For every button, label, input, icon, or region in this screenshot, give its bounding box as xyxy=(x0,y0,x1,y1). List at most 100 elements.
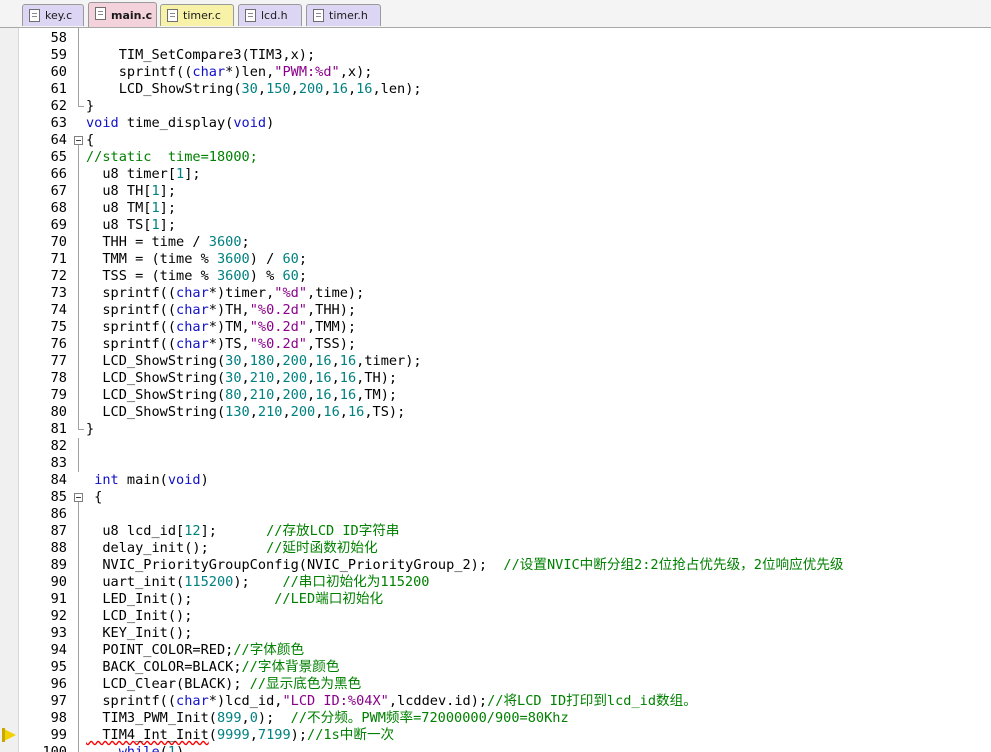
code-token: ); xyxy=(233,574,283,590)
code-line[interactable]: 95 BACK_COLOR=BLACK;//字体背景颜色 xyxy=(0,659,991,676)
code-line[interactable]: 92 LCD_Init(); xyxy=(0,608,991,625)
code-token: THH = time / xyxy=(86,234,209,250)
fold-toggle-icon[interactable] xyxy=(74,493,83,502)
code-line[interactable]: 82 xyxy=(0,438,991,455)
code-token: 16 xyxy=(356,81,373,97)
code-token: 3600 xyxy=(216,251,250,267)
code-token: u8 timer[ xyxy=(86,166,177,182)
file-icon xyxy=(167,9,178,22)
code-line[interactable]: 60 sprintf((char*)len,"PWM:%d",x); xyxy=(0,64,991,81)
line-number: 94 xyxy=(50,642,67,658)
code-line[interactable]: 74 sprintf((char*)TH,"%0.2d",THH); xyxy=(0,302,991,319)
code-line[interactable]: 80 LCD_ShowString(130,210,200,16,16,TS); xyxy=(0,404,991,421)
code-line[interactable]: 94 POINT_COLOR=RED;//字体颜色 xyxy=(0,642,991,659)
code-line[interactable]: 68 u8 TM[1]; xyxy=(0,200,991,217)
code-line[interactable]: 89 NVIC_PriorityGroupConfig(NVIC_Priorit… xyxy=(0,557,991,574)
code-line[interactable]: 62} xyxy=(0,98,991,115)
current-line-arrow-icon xyxy=(2,728,16,742)
fold-toggle-icon[interactable] xyxy=(74,136,83,145)
line-number: 61 xyxy=(50,81,67,97)
code-text: while(1) xyxy=(86,744,184,752)
code-line[interactable]: 79 LCD_ShowString(80,210,200,16,16,TM); xyxy=(0,387,991,404)
code-text: sprintf((char*)len,"PWM:%d",x); xyxy=(86,64,373,81)
tab-label: timer.h xyxy=(329,9,368,22)
tab-key-c[interactable]: key.c xyxy=(22,4,84,26)
code-line[interactable]: 86 xyxy=(0,506,991,523)
line-number: 62 xyxy=(50,98,67,114)
line-number: 93 xyxy=(50,625,67,641)
code-token: , xyxy=(257,81,267,97)
code-line[interactable]: 64 { xyxy=(0,132,991,149)
code-line[interactable]: 78 LCD_ShowString(30,210,200,16,16,TH); xyxy=(0,370,991,387)
code-text: KEY_Init(); xyxy=(86,625,192,642)
code-token: , xyxy=(307,387,316,403)
code-token: uart_init( xyxy=(86,574,185,590)
code-token: //将LCD ID打印到lcd_id数组。 xyxy=(487,693,697,709)
tab-lcd-h[interactable]: lcd.h xyxy=(238,4,302,26)
code-line[interactable]: 75 sprintf((char*)TM,"%0.2d",TMM); xyxy=(0,319,991,336)
code-text: LED_Init(); //LED端口初始化 xyxy=(86,591,383,608)
code-line[interactable]: 67 u8 TH[1]; xyxy=(0,183,991,200)
tab-main-c[interactable]: main.c xyxy=(88,2,157,27)
code-line[interactable]: 93 KEY_Init(); xyxy=(0,625,991,642)
code-token: char xyxy=(176,336,209,352)
tab-timer-h[interactable]: timer.h xyxy=(306,4,381,26)
code-line[interactable]: 97 sprintf((char*)lcd_id,"LCD ID:%04X",l… xyxy=(0,693,991,710)
code-token: ( xyxy=(159,744,168,752)
code-token: 1 xyxy=(167,744,177,752)
line-number: 86 xyxy=(50,506,67,522)
line-number: 87 xyxy=(50,523,67,539)
code-text: sprintf((char*)TS,"%0.2d",TSS); xyxy=(86,336,356,353)
code-line[interactable]: 88 delay_init(); //延时函数初始化 xyxy=(0,540,991,557)
code-line[interactable]: 76 sprintf((char*)TS,"%0.2d",TSS); xyxy=(0,336,991,353)
code-token: "PWM:%d" xyxy=(274,64,340,80)
line-number: 77 xyxy=(50,353,67,369)
code-token: *)lcd_id, xyxy=(208,693,283,709)
code-line[interactable]: 100 while(1) xyxy=(0,744,991,752)
code-token: //LED端口初始化 xyxy=(274,591,384,607)
code-token: , xyxy=(241,387,250,403)
code-line[interactable]: 91 LED_Init(); //LED端口初始化 xyxy=(0,591,991,608)
code-line[interactable]: 99 TIM4_Int_Init(9999,7199);//1s中断一次 xyxy=(0,727,991,744)
tab-timer-c[interactable]: timer.c xyxy=(160,4,234,26)
code-line[interactable]: 58 xyxy=(0,30,991,47)
code-text: void time_display(void) xyxy=(86,115,274,132)
code-line[interactable]: 66 u8 timer[1]; xyxy=(0,166,991,183)
code-text: TSS = (time % 3600) % 60; xyxy=(86,268,307,285)
code-text: sprintf((char*)lcd_id,"LCD ID:%04X",lcdd… xyxy=(86,693,697,710)
code-line[interactable]: 81} xyxy=(0,421,991,438)
code-line[interactable]: 77 LCD_ShowString(30,180,200,16,16,timer… xyxy=(0,353,991,370)
code-line[interactable]: 90 uart_init(115200); //串口初始化为115200 xyxy=(0,574,991,591)
code-token: 16 xyxy=(315,353,332,369)
code-token: ) xyxy=(176,744,185,752)
code-line[interactable]: 85 { xyxy=(0,489,991,506)
fold-guide xyxy=(78,438,79,472)
code-line[interactable]: 72 TSS = (time % 3600) % 60; xyxy=(0,268,991,285)
code-line[interactable]: 96 LCD_Clear(BLACK); //显示底色为黑色 xyxy=(0,676,991,693)
code-editor[interactable]: 58 59 TIM_SetCompare3(TIM3,x); 60 sprintf(… xyxy=(0,28,991,752)
code-token: ); xyxy=(257,710,291,726)
line-number: 75 xyxy=(50,319,67,335)
code-line[interactable]: 71 TMM = (time % 3600) / 60; xyxy=(0,251,991,268)
code-line[interactable]: 63 void time_display(void) xyxy=(0,115,991,132)
line-number: 89 xyxy=(50,557,67,573)
code-line[interactable]: 87 u8 lcd_id[12]; //存放LCD ID字符串 xyxy=(0,523,991,540)
code-line[interactable]: 59 TIM_SetCompare3(TIM3,x); xyxy=(0,47,991,64)
code-token: 1 xyxy=(151,217,160,233)
code-line[interactable]: 70 THH = time / 3600; xyxy=(0,234,991,251)
code-text: TIM_SetCompare3(TIM3,x); xyxy=(86,47,315,64)
code-token: *)len, xyxy=(225,64,275,80)
code-line[interactable]: 73 sprintf((char*)timer,"%d",time); xyxy=(0,285,991,302)
code-line[interactable]: 61 LCD_ShowString(30,150,200,16,16,len); xyxy=(0,81,991,98)
code-line[interactable]: 84 int main(void) xyxy=(0,472,991,489)
code-line[interactable]: 98 TIM3_PWM_Init(899,0); //不分频。PWM频率=720… xyxy=(0,710,991,727)
code-line[interactable]: 83 xyxy=(0,455,991,472)
code-line[interactable]: 65 //static time=18000; xyxy=(0,149,991,166)
code-token: u8 TH[ xyxy=(86,183,152,199)
line-number: 85 xyxy=(50,489,67,505)
code-token: , xyxy=(339,404,348,420)
code-line[interactable]: 69 u8 TS[1]; xyxy=(0,217,991,234)
code-token: ]; xyxy=(200,523,267,539)
code-token: "%0.2d" xyxy=(249,302,307,318)
